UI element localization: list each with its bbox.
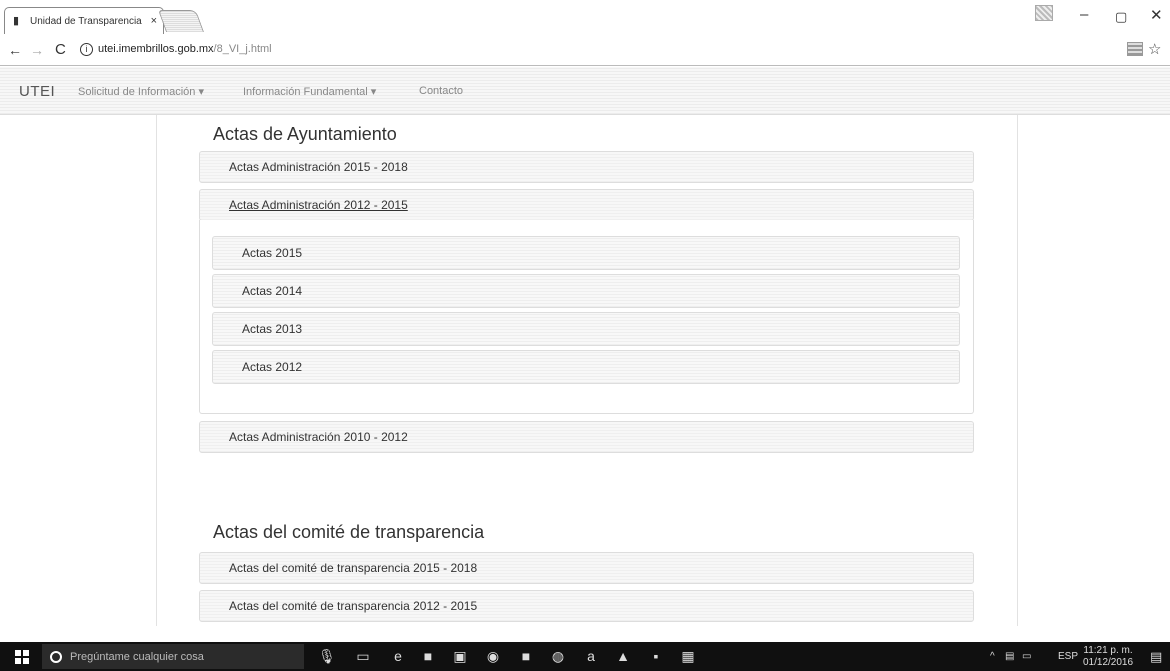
task-view-icon[interactable]: ▭ [355,648,371,664]
clock-date: 01/12/2016 [1083,657,1134,668]
url-host: utei.imembrillos.gob.mx [98,43,214,55]
notepad-icon[interactable]: ▦ [680,648,696,664]
home-icon[interactable]: ▲ [615,648,631,664]
section-title-ayuntamiento: Actas de Ayuntamiento [213,124,397,144]
file-explorer-icon[interactable]: ■ [420,648,436,664]
taskbar-search-input[interactable]: Pregúntame cualquier cosa [42,644,304,669]
panel-admin-2012-2015[interactable]: Actas Administración 2012 - 2015 [199,189,974,221]
nav-informacion-dropdown[interactable]: Información Fundamental ▾ [243,85,376,98]
panel-comite-2012-2015[interactable]: Actas del comité de transparencia 2012 -… [199,590,974,622]
site-info-icon[interactable]: i [80,43,93,56]
browser-menu-icon[interactable]: ⋮ [1165,41,1170,58]
subpanel-actas-2013[interactable]: Actas 2013 [212,312,960,346]
panel-admin-2015-2018[interactable]: Actas Administración 2015 - 2018 [199,151,974,183]
panel-comite-2015-2018[interactable]: Actas del comité de transparencia 2015 -… [199,552,974,584]
tab-close-icon[interactable]: × [151,15,157,27]
notifications-icon[interactable]: ▤ [1150,649,1162,665]
subpanel-actas-2014[interactable]: Actas 2014 [212,274,960,308]
network-icon[interactable]: ▤ [1005,651,1014,662]
browser-titlebar: ▮ Unidad de Transparencia × – ▢ ✕ [0,0,1170,34]
minimize-button[interactable]: – [1080,6,1088,23]
chrome-icon[interactable]: ◉ [485,648,501,664]
subpanel-actas-2012[interactable]: Actas 2012 [212,350,960,384]
clock-time: 11:21 p. m. [1083,645,1133,656]
site-navbar: UTEI Solicitud de Información ▾ Informac… [0,67,1170,115]
language-indicator[interactable]: ESP [1058,651,1078,662]
store-icon[interactable]: ▣ [452,648,468,664]
cortana-icon [50,650,62,663]
browser-tab[interactable]: ▮ Unidad de Transparencia × [4,7,164,34]
spotify-icon[interactable]: ◍ [550,648,566,664]
new-tab-button[interactable] [157,10,205,32]
extension-icon[interactable] [1127,42,1143,56]
site-favicon-icon: ▮ [13,15,20,27]
back-button[interactable]: ← [8,42,22,58]
windows-taskbar: Pregúntame cualquier cosa 🎙 ▭ e ■ ▣ ◉ ■ … [0,642,1170,671]
bookmark-star-icon[interactable]: ☆ [1148,40,1161,58]
site-brand[interactable]: UTEI [19,83,55,100]
close-window-button[interactable]: ✕ [1150,6,1163,24]
subpanel-actas-2015[interactable]: Actas 2015 [212,236,960,270]
amazon-icon[interactable]: a [583,648,599,664]
maximize-button[interactable]: ▢ [1115,9,1127,25]
search-placeholder: Pregúntame cualquier cosa [70,650,204,663]
url-input[interactable]: utei.imembrillos.gob.mx/8_VI_j.html [98,43,272,55]
address-bar: ← → C i utei.imembrillos.gob.mx/8_VI_j.h… [0,34,1170,66]
microphone-icon[interactable]: 🎙 [318,648,336,664]
panel-admin-2010-2012[interactable]: Actas Administración 2010 - 2012 [199,421,974,453]
profile-icon[interactable] [1035,5,1053,21]
reload-button[interactable]: C [55,41,66,58]
forward-button[interactable]: → [30,42,44,58]
nav-solicitud-dropdown[interactable]: Solicitud de Información ▾ [78,85,204,98]
tab-title: Unidad de Transparencia [30,15,142,27]
edge-icon[interactable]: e [390,648,406,664]
nav-contacto-link[interactable]: Contacto [419,85,463,97]
section-title-comite: Actas del comité de transparencia [213,522,485,542]
battery-icon[interactable]: ▭ [1022,651,1031,662]
tray-chevron-icon[interactable]: ^ [990,651,995,662]
url-path: /8_VI_j.html [213,43,272,55]
taskbar-clock[interactable]: 11:21 p. m. 01/12/2016 [1083,645,1133,669]
windows-start-icon[interactable] [15,650,29,664]
app-icon[interactable]: ■ [518,648,534,664]
photos-icon[interactable]: ▪ [648,648,664,664]
